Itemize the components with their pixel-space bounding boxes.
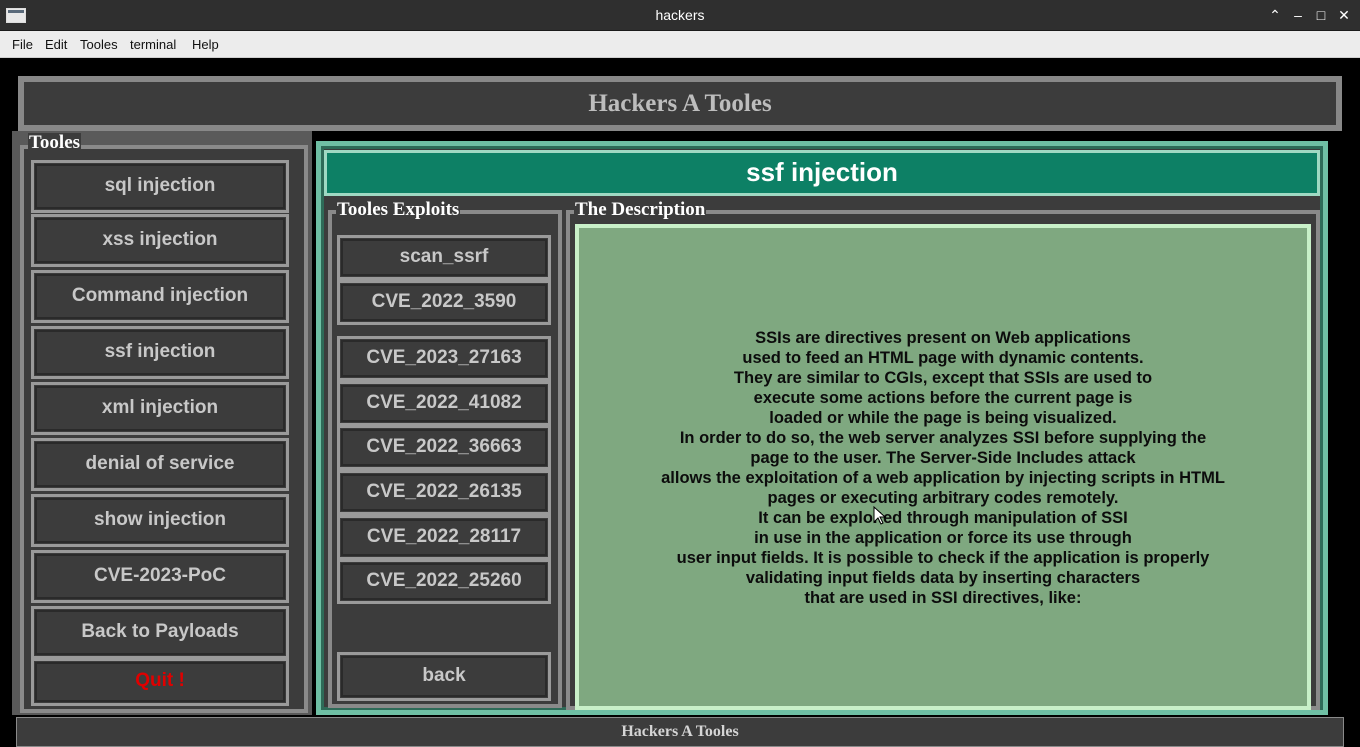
cve-2022-3590-button[interactable]: CVE_2022_3590 (337, 280, 551, 325)
minimize-icon[interactable]: – (1289, 6, 1307, 24)
back-button[interactable]: back (337, 652, 551, 701)
cve-2022-28117-button[interactable]: CVE_2022_28117 (337, 515, 551, 560)
xml-injection-button[interactable]: xml injection (31, 382, 289, 435)
window-title: hackers (655, 7, 705, 23)
scan-ssrf-button[interactable]: scan_ssrf (337, 235, 551, 280)
app-header-title: Hackers A Tooles (24, 82, 1336, 125)
close-icon[interactable]: ✕ (1335, 6, 1353, 24)
description-text: SSIs are directives present on Web appli… (661, 329, 1225, 607)
status-bar: Hackers A Tooles (16, 717, 1344, 747)
cve-2022-25260-button[interactable]: CVE_2022_25260 (337, 559, 551, 604)
show-injection-button[interactable]: show injection (31, 494, 289, 547)
maximize-icon[interactable]: □ (1312, 6, 1330, 24)
tools-legend: Tooles (28, 132, 82, 153)
description-textarea[interactable]: SSIs are directives present on Web appli… (575, 224, 1311, 710)
chevron-up-icon[interactable]: ⌃ (1266, 6, 1284, 24)
cve-2022-26135-button[interactable]: CVE_2022_26135 (337, 470, 551, 515)
mouse-pointer-icon (873, 506, 887, 525)
cve-2022-36663-button[interactable]: CVE_2022_36663 (337, 425, 551, 470)
cve-2023-poc-button[interactable]: CVE-2023-PoC (31, 550, 289, 603)
cve-2022-41082-button[interactable]: CVE_2022_41082 (337, 381, 551, 426)
quit-button[interactable]: Quit ! (31, 658, 289, 706)
ssf-injection-button[interactable]: ssf injection (31, 326, 289, 379)
description-legend: The Description (574, 199, 707, 220)
xss-injection-button[interactable]: xss injection (31, 214, 289, 267)
menu-file[interactable]: File (12, 37, 33, 52)
exploits-legend: Tooles Exploits (336, 199, 461, 220)
window-titlebar[interactable]: hackers ⌃ – □ ✕ (0, 0, 1360, 31)
menu-tooles[interactable]: Tooles (80, 37, 118, 52)
sql-injection-button[interactable]: sql injection (31, 160, 289, 213)
tool-title: ssf injection (324, 150, 1320, 196)
command-injection-button[interactable]: Command injection (31, 270, 289, 323)
menubar: File Edit Tooles terminal Help (0, 31, 1360, 58)
denial-of-service-button[interactable]: denial of service (31, 438, 289, 491)
menu-edit[interactable]: Edit (45, 37, 67, 52)
menu-terminal[interactable]: terminal (130, 37, 176, 52)
menu-help[interactable]: Help (192, 37, 219, 52)
cve-2023-27163-button[interactable]: CVE_2023_27163 (337, 336, 551, 381)
back-to-payloads-button[interactable]: Back to Payloads (31, 606, 289, 659)
app-header: Hackers A Tooles (18, 76, 1342, 131)
